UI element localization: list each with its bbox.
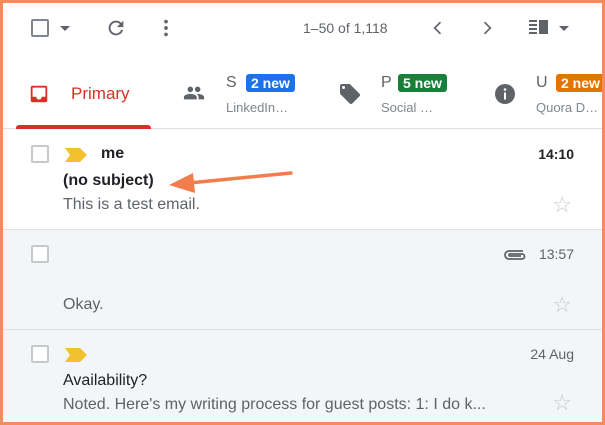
pagination-count: 1–50 of 1,118 xyxy=(303,20,388,36)
important-marker-icon[interactable] xyxy=(65,348,87,362)
people-icon xyxy=(183,86,205,100)
tab-primary[interactable]: Primary xyxy=(3,58,153,129)
gmail-inbox-screenshot: 1–50 of 1,118 Primary S 2 new LinkedIn… … xyxy=(0,0,605,425)
email-time: 14:10 xyxy=(538,146,574,162)
email-subject: (no subject) xyxy=(63,172,154,189)
info-icon xyxy=(495,84,515,104)
star-icon[interactable]: ☆ xyxy=(552,294,572,316)
email-row[interactable]: 24 Aug Availability? Noted. Here's my wr… xyxy=(3,330,602,422)
star-icon[interactable]: ☆ xyxy=(552,194,572,216)
split-pane-icon[interactable] xyxy=(528,18,550,38)
more-options-icon[interactable] xyxy=(155,17,177,39)
tab-promotions[interactable]: P 5 new Social … xyxy=(323,58,478,129)
annotation-arrow-icon xyxy=(169,171,293,193)
select-dropdown-icon[interactable] xyxy=(60,26,70,31)
tab-updates-preview: Quora D… xyxy=(536,100,599,115)
tag-icon xyxy=(340,84,361,105)
tab-social-preview: LinkedIn… xyxy=(226,100,289,115)
tab-updates-new-badge: 2 new xyxy=(556,74,602,92)
select-all-checkbox[interactable] xyxy=(31,19,49,37)
refresh-icon[interactable] xyxy=(105,17,127,39)
important-marker-icon[interactable] xyxy=(65,148,87,162)
active-tab-indicator xyxy=(16,125,151,129)
email-sender: me xyxy=(101,145,125,162)
tab-updates-label: U xyxy=(536,74,548,91)
email-time: 24 Aug xyxy=(530,346,574,362)
email-time: 13:57 xyxy=(538,246,574,262)
attachment-icon xyxy=(504,250,526,260)
row-checkbox[interactable] xyxy=(31,145,49,163)
row-checkbox[interactable] xyxy=(31,245,49,263)
tab-social-label: S xyxy=(226,74,237,91)
row-checkbox[interactable] xyxy=(31,345,49,363)
inbox-icon xyxy=(30,85,48,103)
tab-promotions-preview: Social … xyxy=(381,100,434,115)
star-icon[interactable]: ☆ xyxy=(552,392,572,414)
email-snippet: Noted. Here's my writing process for gue… xyxy=(63,396,486,413)
email-snippet: Okay. xyxy=(63,296,104,313)
tab-updates[interactable]: U 2 new Quora D… xyxy=(478,58,602,129)
tab-promotions-new-badge: 5 new xyxy=(398,74,447,92)
email-subject: Availability? xyxy=(63,372,148,389)
toolbar: 1–50 of 1,118 xyxy=(3,3,602,55)
chevron-left-icon[interactable] xyxy=(428,18,448,38)
split-pane-dropdown-icon[interactable] xyxy=(559,26,569,31)
email-snippet: This is a test email. xyxy=(63,196,200,213)
chevron-right-icon[interactable] xyxy=(477,18,497,38)
tab-promotions-label: P xyxy=(381,74,392,91)
tab-social-new-badge: 2 new xyxy=(246,74,295,92)
tab-social[interactable]: S 2 new LinkedIn… xyxy=(168,58,323,129)
category-tabs: Primary S 2 new LinkedIn… P 5 new Social… xyxy=(3,58,602,129)
email-row[interactable]: 13:57 Okay. ☆ xyxy=(3,230,602,330)
tab-primary-label: Primary xyxy=(71,84,130,103)
